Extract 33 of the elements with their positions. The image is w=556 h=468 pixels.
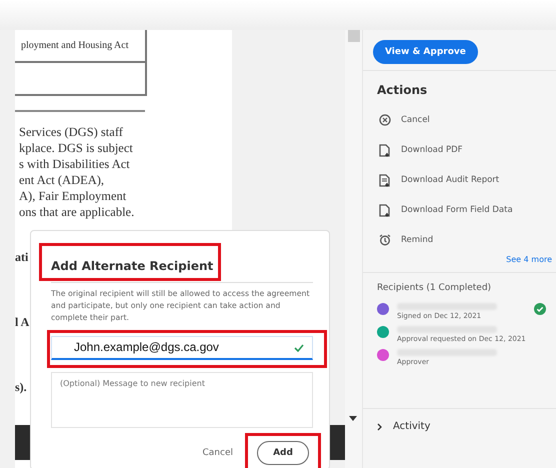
action-item[interactable]: Download Form Field Data: [377, 195, 546, 225]
document-text-line: kplace. DGS is subject: [19, 140, 133, 156]
add-button[interactable]: Add: [257, 441, 309, 465]
document-text-line: s with Disabilities Act: [19, 156, 130, 172]
document-text-fragment: s).: [15, 380, 27, 395]
document-text-fragment: l A: [15, 315, 30, 330]
action-item[interactable]: Cancel: [377, 105, 546, 135]
recipients-heading: Recipients (1 Completed): [377, 283, 492, 293]
file-download-icon: [379, 204, 391, 216]
cancel-button[interactable]: Cancel: [196, 446, 239, 458]
activity-toggle[interactable]: Activity: [363, 409, 556, 444]
document-text-line: A), Fair Employment: [19, 188, 126, 204]
document-text-line: ons that are applicable.: [19, 204, 134, 220]
table-cell-text: ployment and Housing Act: [20, 40, 128, 51]
scroll-thumb[interactable]: [348, 30, 360, 42]
document-text-line: Services (DGS) staff: [19, 124, 123, 140]
message-field[interactable]: (Optional) Message to new recipient: [51, 372, 313, 428]
action-item[interactable]: Remind: [377, 225, 546, 255]
scroll-down-icon[interactable]: [349, 416, 357, 422]
action-item[interactable]: Download PDF: [377, 135, 546, 165]
document-text-fragment: ati: [15, 250, 28, 265]
report-download-icon: [379, 174, 391, 186]
view-approve-button[interactable]: View & Approve: [373, 40, 478, 64]
alarm-clock-icon: [379, 234, 391, 246]
file-download-icon: [379, 144, 391, 156]
document-text-line: ent Act (ADEA),: [19, 172, 104, 188]
action-item[interactable]: Download Audit Report: [377, 165, 546, 195]
actions-heading: Actions: [377, 83, 428, 97]
chevron-right-icon: [377, 422, 383, 430]
email-field[interactable]: John.example@dgs.ca.gov: [51, 336, 313, 360]
cancel-icon: [379, 114, 391, 126]
see-more-link[interactable]: See 4 more: [506, 255, 552, 264]
dialog-title: Add Alternate Recipient: [51, 259, 214, 273]
